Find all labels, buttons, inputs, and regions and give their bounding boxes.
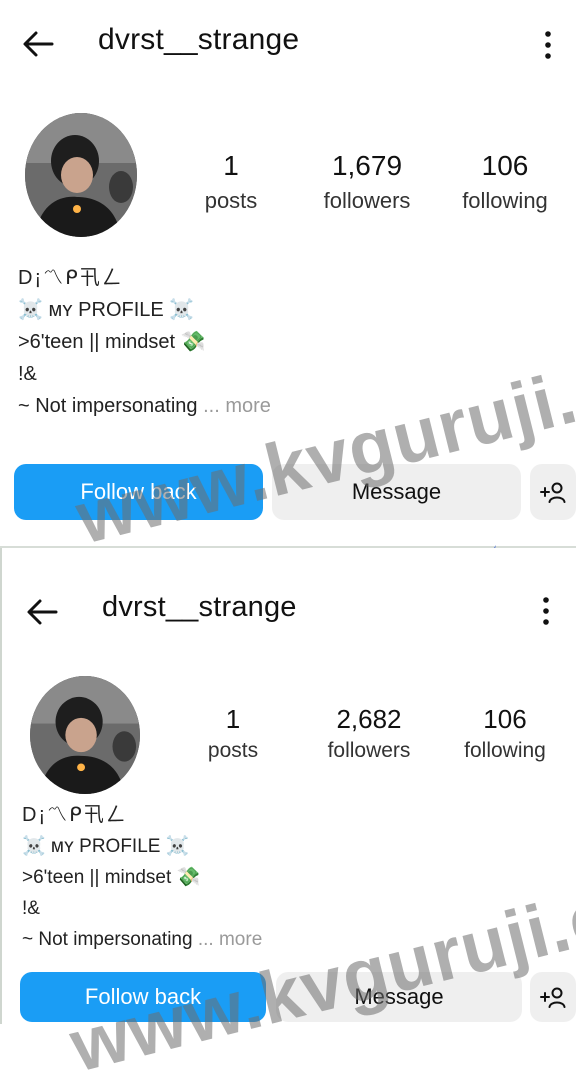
- profile-avatar[interactable]: [25, 113, 137, 237]
- following-stat[interactable]: 106 following: [440, 704, 570, 763]
- avatar-photo: [25, 113, 137, 237]
- profile-avatar[interactable]: [30, 676, 140, 794]
- bio-line: !&: [22, 898, 40, 919]
- back-arrow-icon[interactable]: [18, 24, 58, 64]
- message-button[interactable]: Message: [272, 464, 521, 520]
- avatar-photo: [30, 676, 140, 794]
- follow-back-button[interactable]: Follow back: [14, 464, 263, 520]
- bio-line: >6'teen || mindset 💸: [22, 867, 201, 888]
- following-count: 106: [481, 150, 529, 181]
- back-arrow-icon[interactable]: [22, 592, 62, 632]
- profile-bio: D¡〽ᑭ卂ㄥ ☠️ ᴍʏ PROFILE ☠️ >6'teen || minds…: [22, 800, 262, 955]
- followers-count: 1,679: [331, 150, 403, 181]
- following-stat[interactable]: 106 following: [440, 150, 570, 214]
- more-options-icon[interactable]: [536, 594, 556, 628]
- profile-bio: D¡〽ᑭ卂ㄥ ☠️ ᴍʏ PROFILE ☠️ >6'teen || minds…: [18, 262, 271, 422]
- following-label: following: [462, 188, 548, 213]
- posts-label: posts: [207, 739, 259, 762]
- followers-stat[interactable]: 1,679 followers: [302, 150, 432, 214]
- message-button[interactable]: Message: [276, 972, 522, 1022]
- bio-line: !&: [18, 363, 37, 385]
- add-person-icon: [540, 482, 566, 503]
- followers-count: 2,682: [336, 704, 402, 734]
- more-options-icon[interactable]: [538, 28, 558, 62]
- posts-count: 1: [223, 150, 239, 181]
- bio-line: >6'teen || mindset 💸: [18, 331, 206, 353]
- suggest-people-button[interactable]: [530, 972, 576, 1022]
- display-name: D¡〽ᑭ卂ㄥ: [22, 804, 128, 826]
- follow-back-button[interactable]: Follow back: [20, 972, 266, 1022]
- bio-more-link[interactable]: ... more: [203, 395, 271, 417]
- bio-line: ☠️ ᴍʏ PROFILE ☠️: [18, 299, 195, 321]
- following-label: following: [464, 739, 546, 762]
- profile-header: dvrst__strange: [2, 568, 576, 648]
- followers-stat[interactable]: 2,682 followers: [304, 704, 434, 763]
- bio-more-link[interactable]: ... more: [198, 929, 262, 950]
- followers-label: followers: [327, 739, 411, 762]
- bio-truncated-line: ~ Not impersonating ... more: [18, 390, 271, 422]
- profile-screenshot-top: dvrst__strange 1 posts 1,679 followers 1…: [0, 0, 576, 546]
- following-count: 106: [483, 704, 527, 734]
- profile-username: dvrst__strange: [102, 591, 297, 623]
- profile-username: dvrst__strange: [98, 23, 300, 56]
- bio-line: ☠️ ᴍʏ PROFILE ☠️: [22, 836, 190, 857]
- profile-header: dvrst__strange: [0, 0, 576, 80]
- followers-label: followers: [323, 188, 411, 213]
- posts-label: posts: [204, 188, 258, 213]
- bio-truncated-text: ~ Not impersonating: [18, 395, 198, 417]
- suggest-people-button[interactable]: [530, 464, 576, 520]
- display-name: D¡〽ᑭ卂ㄥ: [18, 267, 124, 289]
- posts-count: 1: [225, 704, 241, 734]
- profile-screenshot-bottom: dvrst__strange 1 posts 2,682 followers 1…: [0, 548, 576, 1024]
- add-person-icon: [540, 987, 566, 1008]
- posts-stat[interactable]: 1 posts: [166, 150, 296, 214]
- bio-truncated-line: ~ Not impersonating ... more: [22, 924, 262, 955]
- bio-truncated-text: ~ Not impersonating: [22, 929, 193, 950]
- posts-stat[interactable]: 1 posts: [168, 704, 298, 763]
